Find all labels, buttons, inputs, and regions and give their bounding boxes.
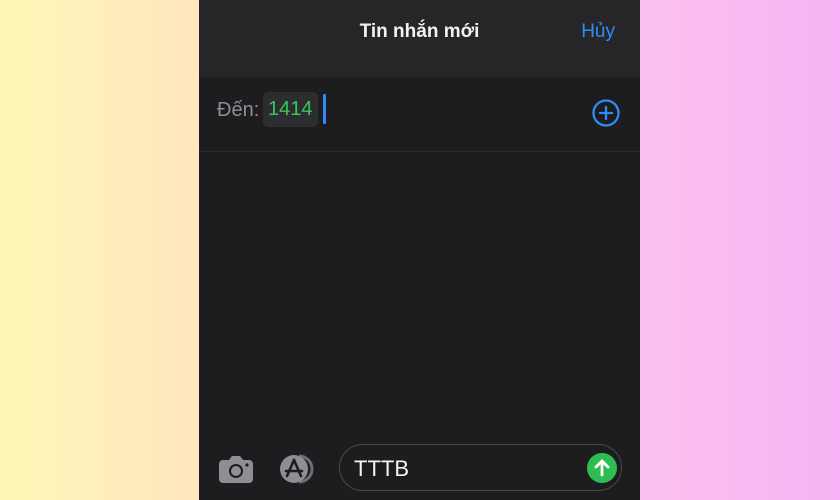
phone-screen: Tin nhắn mới Hủy Đến: 1414 TTTB — [199, 0, 640, 500]
camera-icon[interactable] — [217, 454, 255, 484]
background-right — [640, 0, 840, 500]
plus-circle-icon[interactable] — [592, 99, 620, 127]
recipient-row: Đến: 1414 — [199, 77, 640, 152]
text-cursor — [323, 94, 326, 124]
send-arrow-icon[interactable] — [587, 453, 617, 483]
page-title: Tin nhắn mới — [359, 21, 480, 42]
message-text: TTTB — [354, 456, 409, 481]
background-left — [0, 0, 199, 500]
recipient-chip[interactable]: 1414 — [263, 92, 318, 127]
navigation-bar: Tin nhắn mới Hủy — [199, 0, 640, 77]
to-label: Đến: — [217, 99, 260, 121]
compose-bar: TTTB — [199, 436, 640, 500]
cancel-button[interactable]: Hủy — [581, 21, 615, 43]
message-input[interactable]: TTTB — [339, 444, 622, 491]
app-store-icon[interactable] — [277, 453, 319, 485]
